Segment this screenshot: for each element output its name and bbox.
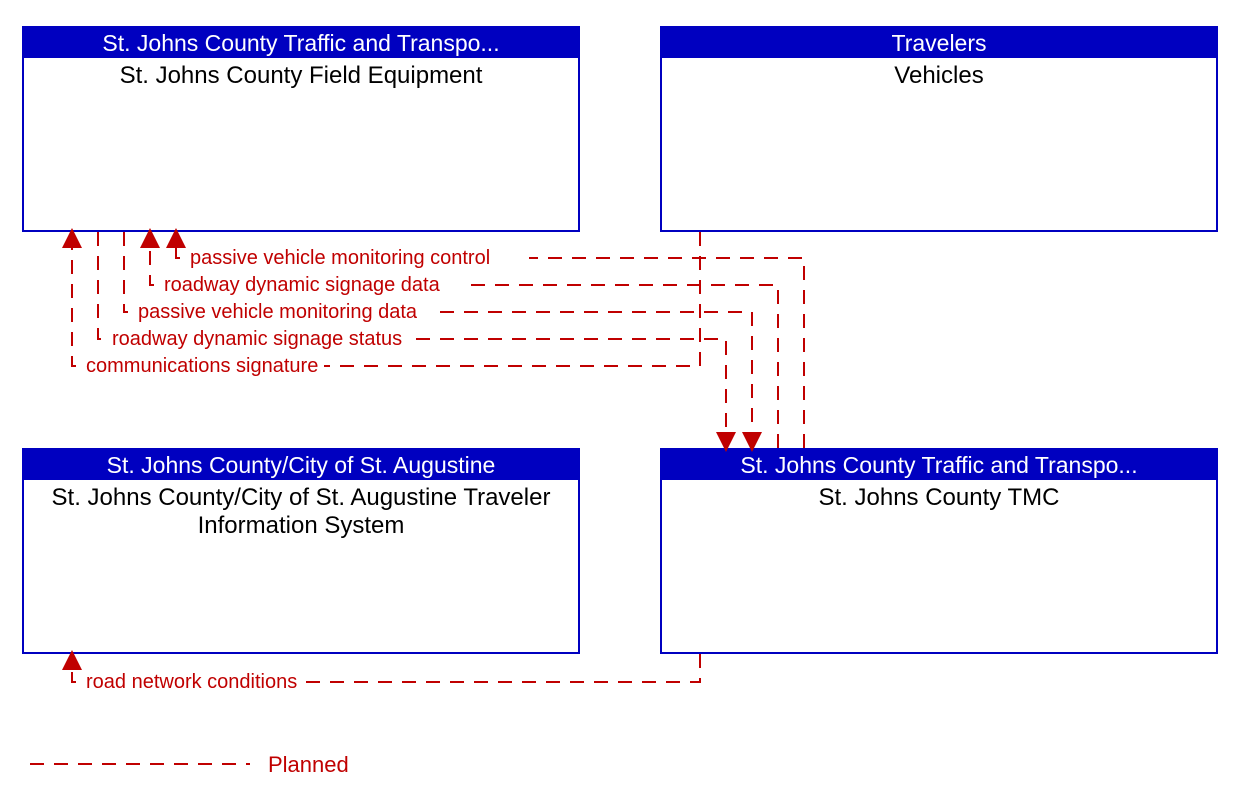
node-body: St. Johns County Field Equipment xyxy=(24,58,578,90)
node-header: St. Johns County Traffic and Transpo... xyxy=(662,450,1216,480)
node-field-equipment: St. Johns County Traffic and Transpo... … xyxy=(22,26,580,232)
node-body: Vehicles xyxy=(662,58,1216,90)
flow-label: passive vehicle monitoring control xyxy=(190,247,490,270)
node-tmc: St. Johns County Traffic and Transpo... … xyxy=(660,448,1218,654)
flow-label: passive vehicle monitoring data xyxy=(138,301,417,324)
node-header: St. Johns County Traffic and Transpo... xyxy=(24,28,578,58)
flow-label: roadway dynamic signage data xyxy=(164,274,440,297)
node-traveler-info: St. Johns County/City of St. Augustine S… xyxy=(22,448,580,654)
node-header: Travelers xyxy=(662,28,1216,58)
node-header: St. Johns County/City of St. Augustine xyxy=(24,450,578,480)
flow-label: roadway dynamic signage status xyxy=(112,328,402,351)
node-body: St. Johns County TMC xyxy=(662,480,1216,512)
node-body: St. Johns County/City of St. Augustine T… xyxy=(24,480,578,540)
flow-label: communications signature xyxy=(86,355,318,378)
legend-planned-label: Planned xyxy=(268,752,349,778)
diagram-canvas: St. Johns County Traffic and Transpo... … xyxy=(0,0,1252,808)
node-vehicles: Travelers Vehicles xyxy=(660,26,1218,232)
flow-label: road network conditions xyxy=(86,671,297,694)
